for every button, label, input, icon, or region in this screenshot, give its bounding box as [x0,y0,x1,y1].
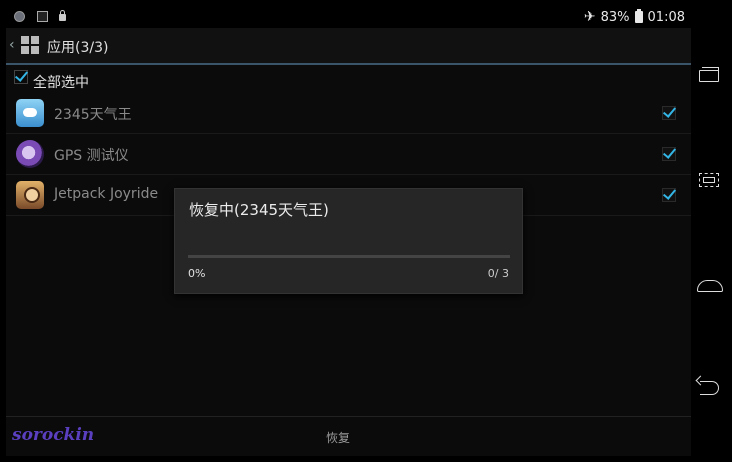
page-title: 应用(3/3) [47,40,109,56]
back-icon[interactable] [697,376,721,400]
select-all-label: 全部选中 [33,75,89,91]
progress-percent: 0% [188,267,206,280]
watermark: sorockin [12,425,95,445]
home-icon[interactable] [697,274,723,298]
screenshot-icon[interactable] [697,168,721,192]
progress-dialog: 恢复中(2345天气王) 0% 0/ 3 [174,188,523,294]
app-name: GPS 测试仪 [54,148,129,164]
list-item[interactable]: 2345天气王 [6,93,691,134]
app-checkbox[interactable] [662,188,676,202]
gps-app-icon [16,140,44,168]
clock: 01:08 [647,9,685,25]
navigation-bar [691,6,726,456]
status-right: ✈ 83% 01:08 [584,9,685,25]
weather-app-icon [16,99,44,127]
bottom-bar: sorockin 恢复 [6,416,691,456]
progress-bar [188,255,510,258]
select-all-row[interactable]: 全部选中 [6,66,691,92]
battery-icon [634,9,643,23]
image-icon [37,11,48,22]
restore-button[interactable]: 恢复 [326,429,350,446]
progress-count: 0/ 3 [487,267,509,280]
app-grid-icon[interactable] [21,36,39,54]
airplane-icon: ✈ [583,9,596,25]
globe-icon [14,11,25,22]
dialog-title: 恢复中(2345天气王) [189,201,329,219]
select-all-checkbox[interactable] [14,70,28,84]
app-name: 2345天气王 [54,107,132,123]
app-checkbox[interactable] [662,106,676,120]
jetpack-app-icon [16,181,44,209]
lock-icon [59,10,66,21]
back-chevron-icon[interactable]: ‹ [9,37,15,53]
status-bar: ✈ 83% 01:08 [6,6,691,28]
action-bar: ‹ 应用(3/3) [6,28,691,65]
app-checkbox[interactable] [662,147,676,161]
app-name: Jetpack Joyride [54,186,159,202]
battery-percent: 83% [600,9,630,25]
recent-apps-icon[interactable] [697,64,721,88]
list-item[interactable]: GPS 测试仪 [6,134,691,175]
